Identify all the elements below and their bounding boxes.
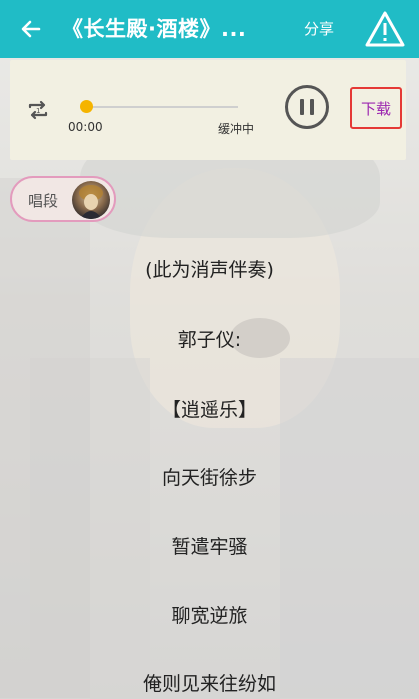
segment-label: 唱段	[28, 192, 59, 210]
warning-triangle-icon[interactable]	[364, 9, 406, 49]
lyric-line: 向天街徐步	[161, 467, 257, 489]
segment-chip[interactable]: 唱段	[10, 176, 116, 222]
performer-avatar	[72, 181, 110, 219]
lyric-line: 郭子仪:	[177, 329, 242, 351]
progress-knob[interactable]	[80, 100, 93, 113]
lyric-line: 暂遣牢骚	[171, 536, 248, 558]
repeat-one-icon[interactable]: 1	[24, 96, 52, 124]
svg-text:1: 1	[36, 107, 40, 115]
lyric-line: 俺则见来往纷如	[142, 673, 276, 695]
share-button[interactable]: 分享	[304, 16, 334, 42]
pause-button[interactable]	[285, 85, 329, 129]
lyric-line: 【逍遥乐】	[161, 399, 257, 421]
lyric-line: 聊宽逆旅	[171, 605, 248, 627]
progress-track[interactable]	[86, 106, 238, 108]
audio-player: 1 00:00 缓冲中 下载	[10, 60, 406, 160]
arrow-left-icon[interactable]	[14, 12, 48, 46]
buffer-status: 缓冲中	[218, 122, 255, 136]
pause-icon-bar	[310, 99, 314, 115]
page-title: 《长生殿·酒楼》...	[62, 17, 247, 41]
lyric-line: (此为消声伴奏)	[145, 259, 274, 281]
download-button[interactable]: 下载	[350, 87, 402, 129]
pause-icon	[300, 99, 304, 115]
top-bar: 《长生殿·酒楼》... 分享	[0, 0, 419, 58]
elapsed-time: 00:00	[68, 120, 103, 134]
